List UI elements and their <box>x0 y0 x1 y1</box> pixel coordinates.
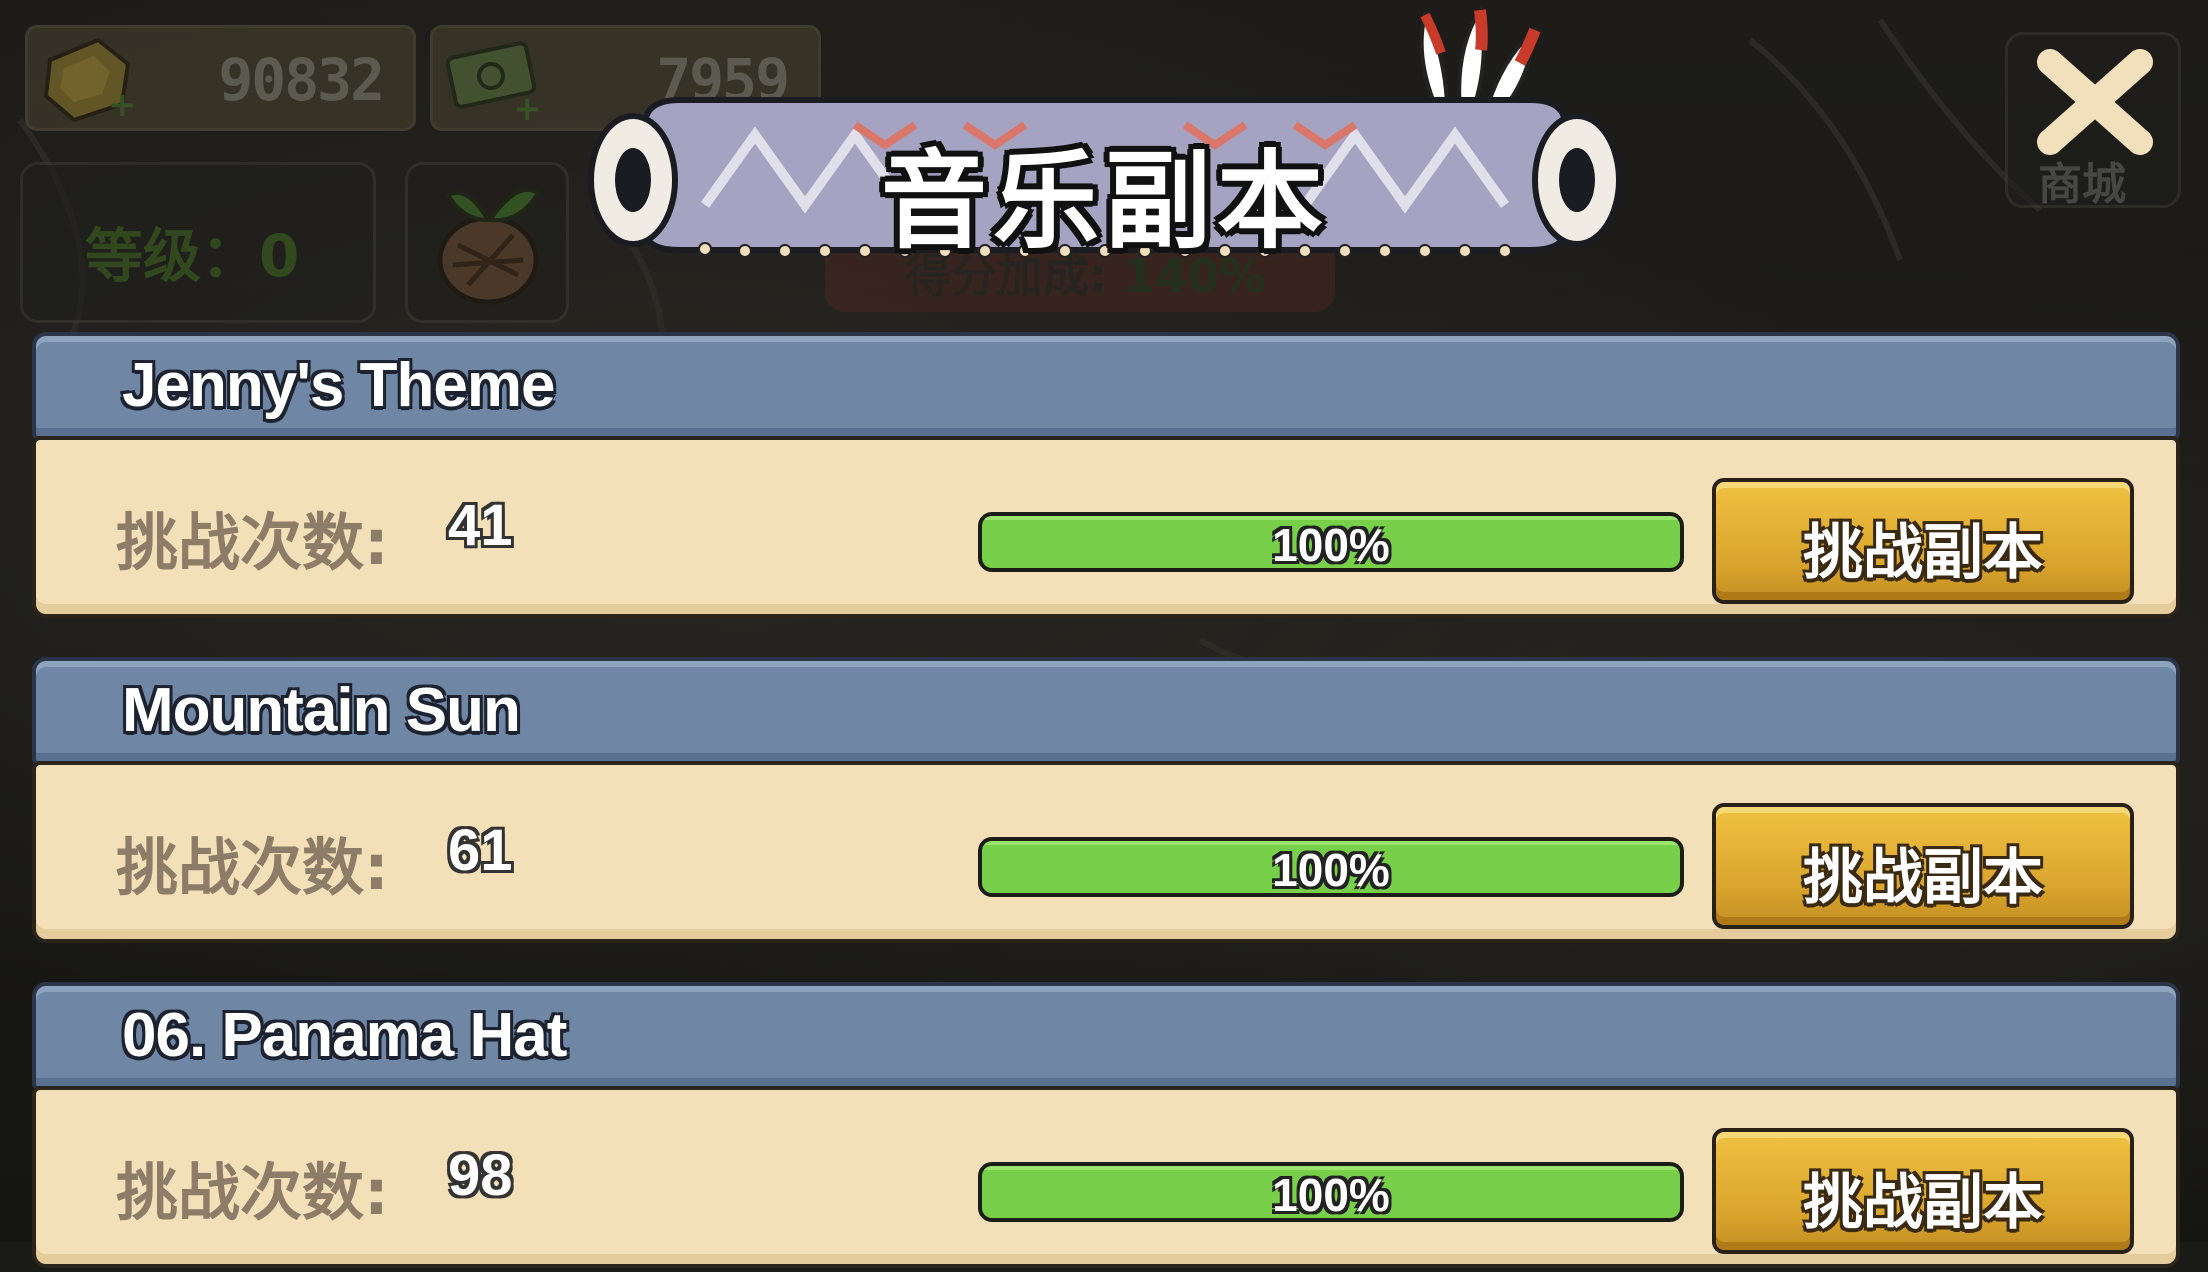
gold-block-icon: + <box>36 30 137 126</box>
progress-text: 100% <box>1272 519 1390 571</box>
challenge-button-label: 挑战副本 <box>1803 1168 2043 1238</box>
attempts-label: 挑战次数: <box>116 831 389 904</box>
level-text: 等级：0 <box>85 222 300 290</box>
gold-currency[interactable]: + 90832 <box>25 25 416 131</box>
attempts-count: 41 <box>448 493 513 558</box>
svg-text:+: + <box>513 89 541 126</box>
completion-progress-bar: 100% <box>978 837 1684 897</box>
page-title: 音乐副本 <box>881 140 1329 263</box>
level-panel: 等级：0 <box>20 162 376 323</box>
challenge-button[interactable]: 挑战副本 <box>1712 803 2134 929</box>
song-card-body: 挑战次数: 98 100% 挑战副本 <box>32 1086 2180 1268</box>
svg-text:+: + <box>108 85 136 125</box>
progress-text: 100% <box>1272 844 1390 896</box>
song-title: Jenny's Theme <box>122 351 555 420</box>
seed-item[interactable] <box>405 162 569 323</box>
progress-text: 100% <box>1272 1169 1390 1221</box>
challenge-button[interactable]: 挑战副本 <box>1712 1128 2134 1254</box>
attempts-count: 61 <box>448 818 513 883</box>
close-icon <box>2037 49 2153 155</box>
challenge-button-label: 挑战副本 <box>1803 843 2043 913</box>
challenge-button[interactable]: 挑战副本 <box>1712 478 2134 604</box>
song-card-header: Jenny's Theme <box>32 332 2180 440</box>
song-card: 06. Panama Hat 挑战次数: 98 100% 挑战副本 <box>32 982 2180 1272</box>
close-button[interactable] <box>2020 38 2170 168</box>
cash-stack-icon: + <box>441 30 542 129</box>
attempts-label: 挑战次数: <box>116 1156 389 1229</box>
attempts-label: 挑战次数: <box>116 506 389 579</box>
song-card-body: 挑战次数: 61 100% 挑战副本 <box>32 761 2180 943</box>
song-card: Mountain Sun 挑战次数: 61 100% 挑战副本 <box>32 657 2180 947</box>
song-card-body: 挑战次数: 41 100% 挑战副本 <box>32 436 2180 618</box>
gold-amount: 90832 <box>218 46 385 114</box>
song-title: 06. Panama Hat <box>122 1001 567 1070</box>
song-card: Jenny's Theme 挑战次数: 41 100% 挑战副本 <box>32 332 2180 622</box>
attempts-count: 98 <box>448 1143 513 1208</box>
challenge-button-label: 挑战副本 <box>1803 518 2043 588</box>
song-title: Mountain Sun <box>122 676 521 745</box>
song-card-header: Mountain Sun <box>32 657 2180 765</box>
song-card-header: 06. Panama Hat <box>32 982 2180 1090</box>
completion-progress-bar: 100% <box>978 1162 1684 1222</box>
title-banner: 音乐副本 <box>585 4 1625 275</box>
seed-icon <box>437 187 541 305</box>
completion-progress-bar: 100% <box>978 512 1684 572</box>
